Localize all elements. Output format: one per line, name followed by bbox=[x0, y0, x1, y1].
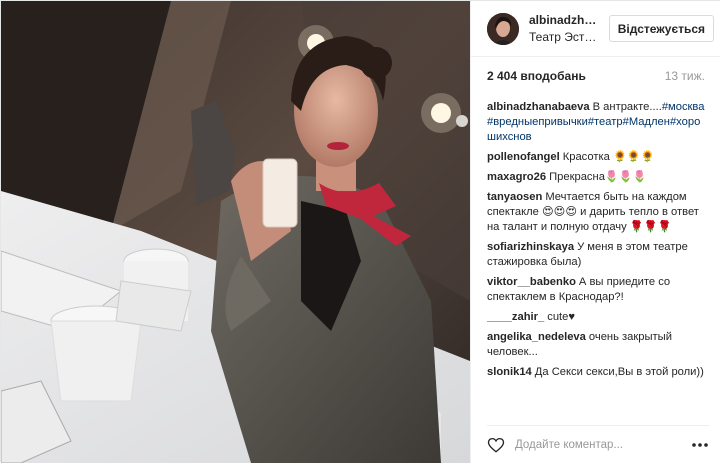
comment-text: Красотка 🌻🌻🌻 bbox=[562, 151, 655, 163]
comment-username[interactable]: slonik14 bbox=[487, 366, 532, 378]
comment-item: slonik14 Да Секси секси,Вы в этой роли)) bbox=[487, 365, 707, 380]
likes-count[interactable]: 2 404 вподобань bbox=[487, 69, 586, 83]
post-card: albinadzhan... Театр Эстра... Відстежуєт… bbox=[0, 0, 720, 463]
following-button[interactable]: Відстежується bbox=[608, 15, 714, 42]
comment-item: albinadzhanabaeva В антракте....#москва #… bbox=[487, 100, 707, 145]
post-sidebar: albinadzhan... Театр Эстра... Відстежуєт… bbox=[470, 1, 720, 463]
heart-icon[interactable] bbox=[487, 436, 505, 454]
avatar[interactable] bbox=[487, 12, 519, 45]
hashtag-link[interactable]: #Мадлен bbox=[623, 116, 670, 128]
comment-item: sofiarizhinskaya У меня в этом театре ста… bbox=[487, 240, 707, 270]
comment-text: Да Секси секси,Вы в этой роли)) bbox=[534, 366, 704, 378]
comment-username[interactable]: tanyaosen bbox=[487, 191, 542, 203]
comment-item: pollenofangel Красотка 🌻🌻🌻 bbox=[487, 150, 707, 165]
more-options-icon[interactable] bbox=[691, 436, 709, 454]
comments-list: albinadzhanabaeva В антракте....#москва #… bbox=[487, 100, 707, 385]
header-text: albinadzhan... Театр Эстра... bbox=[529, 13, 603, 44]
comment-username[interactable]: pollenofangel bbox=[487, 151, 560, 163]
hashtag-link[interactable]: #театр bbox=[588, 116, 623, 128]
post-stats: 2 404 вподобань 13 тиж. bbox=[487, 69, 705, 83]
photo-illustration bbox=[1, 1, 470, 463]
comment-username[interactable]: maxagro26 bbox=[487, 171, 546, 183]
comment-item: angelika_nedeleva очень закрытый человек.… bbox=[487, 330, 707, 360]
add-comment-input[interactable] bbox=[515, 438, 691, 451]
comment-item: viktor__babenko А вы приедите со спектакл… bbox=[487, 275, 707, 305]
avatar-image bbox=[487, 12, 519, 45]
hashtag-link[interactable]: #вредныепривычки bbox=[487, 116, 588, 128]
comment-text: В антракте.... bbox=[592, 101, 662, 113]
post-photo[interactable] bbox=[1, 1, 470, 463]
comment-username[interactable]: ____zahir_ bbox=[487, 311, 544, 323]
comment-username[interactable]: sofiarizhinskaya bbox=[487, 241, 574, 253]
comment-bar bbox=[487, 425, 709, 463]
post-age[interactable]: 13 тиж. bbox=[665, 69, 705, 83]
comment-username[interactable]: angelika_nedeleva bbox=[487, 331, 586, 343]
comment-text: cute♥ bbox=[547, 311, 576, 323]
header-location[interactable]: Театр Эстра... bbox=[529, 30, 603, 44]
comment-item: maxagro26 Прекрасна🌷🌷🌷 bbox=[487, 170, 707, 185]
hashtag-link[interactable]: #москва bbox=[662, 101, 705, 113]
header-username[interactable]: albinadzhan... bbox=[529, 13, 603, 27]
post-header: albinadzhan... Театр Эстра... Відстежуєт… bbox=[471, 1, 720, 57]
comment-item: ____zahir_ cute♥ bbox=[487, 310, 707, 325]
comment-text: Прекрасна🌷🌷🌷 bbox=[549, 171, 647, 183]
comment-item: tanyaosen Мечтается быть на каждом спекта… bbox=[487, 190, 707, 235]
comment-username[interactable]: albinadzhanabaeva bbox=[487, 101, 590, 113]
comment-username[interactable]: viktor__babenko bbox=[487, 276, 576, 288]
